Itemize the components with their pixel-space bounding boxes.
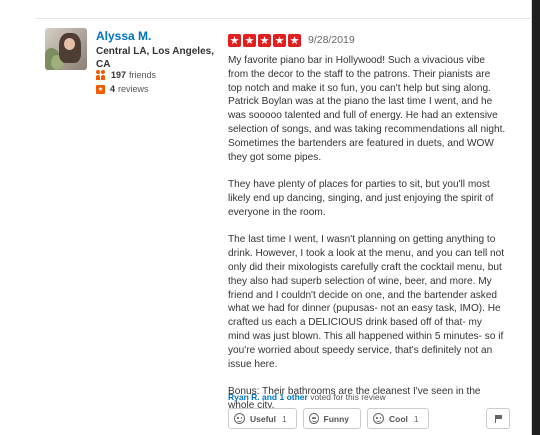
friends-label: friends bbox=[129, 70, 157, 80]
user-avatar[interactable] bbox=[45, 28, 87, 70]
friends-count: 197 bbox=[111, 70, 127, 80]
friends-icon bbox=[96, 70, 106, 80]
review-paragraph: My favorite piano bar in Hollywood! Such… bbox=[228, 55, 506, 163]
useful-count: 1 bbox=[281, 413, 287, 424]
top-divider bbox=[36, 18, 530, 19]
review-date: 9/28/2019 bbox=[308, 34, 355, 46]
voters-line: Ryan R. and 1 other voted for this revie… bbox=[228, 392, 386, 402]
review-star-icon bbox=[96, 84, 105, 94]
cool-count: 1 bbox=[413, 413, 419, 424]
review-page: Alyssa M. Central LA, Los Angeles, CA 19… bbox=[0, 0, 540, 435]
reviews-label: reviews bbox=[118, 84, 149, 94]
reviews-stat: 4 reviews bbox=[96, 84, 149, 94]
star-icon bbox=[228, 34, 241, 47]
flag-button[interactable] bbox=[486, 408, 510, 429]
useful-label: Useful bbox=[250, 413, 276, 424]
funny-label: Funny bbox=[323, 413, 350, 424]
funny-button[interactable]: Funny bbox=[303, 408, 361, 429]
useful-icon bbox=[234, 413, 245, 424]
user-name-link[interactable]: Alyssa M. bbox=[96, 29, 151, 43]
star-rating bbox=[228, 34, 301, 47]
voters-text: voted for this review bbox=[307, 392, 386, 402]
useful-button[interactable]: Useful 1 bbox=[228, 408, 297, 429]
funny-icon bbox=[309, 413, 319, 424]
avatar-face bbox=[64, 38, 75, 50]
star-icon bbox=[258, 34, 271, 47]
voters-link[interactable]: Ryan R. and 1 other bbox=[228, 392, 308, 402]
star-icon bbox=[288, 34, 301, 47]
review-paragraph: The last time I went, I wasn't planning … bbox=[228, 234, 505, 370]
review-body: My favorite piano bar in Hollywood! Such… bbox=[228, 54, 506, 427]
star-icon bbox=[273, 34, 286, 47]
flag-icon bbox=[495, 415, 502, 423]
friends-stat: 197 friends bbox=[96, 70, 156, 80]
cool-label: Cool bbox=[389, 413, 408, 424]
cool-button[interactable]: Cool 1 bbox=[367, 408, 429, 429]
star-icon bbox=[243, 34, 256, 47]
user-location: Central LA, Los Angeles, CA bbox=[96, 46, 214, 70]
window-edge bbox=[532, 0, 540, 435]
reviews-count: 4 bbox=[110, 84, 116, 94]
cool-icon bbox=[373, 413, 384, 424]
review-paragraph: They have plenty of places for parties t… bbox=[228, 179, 494, 218]
